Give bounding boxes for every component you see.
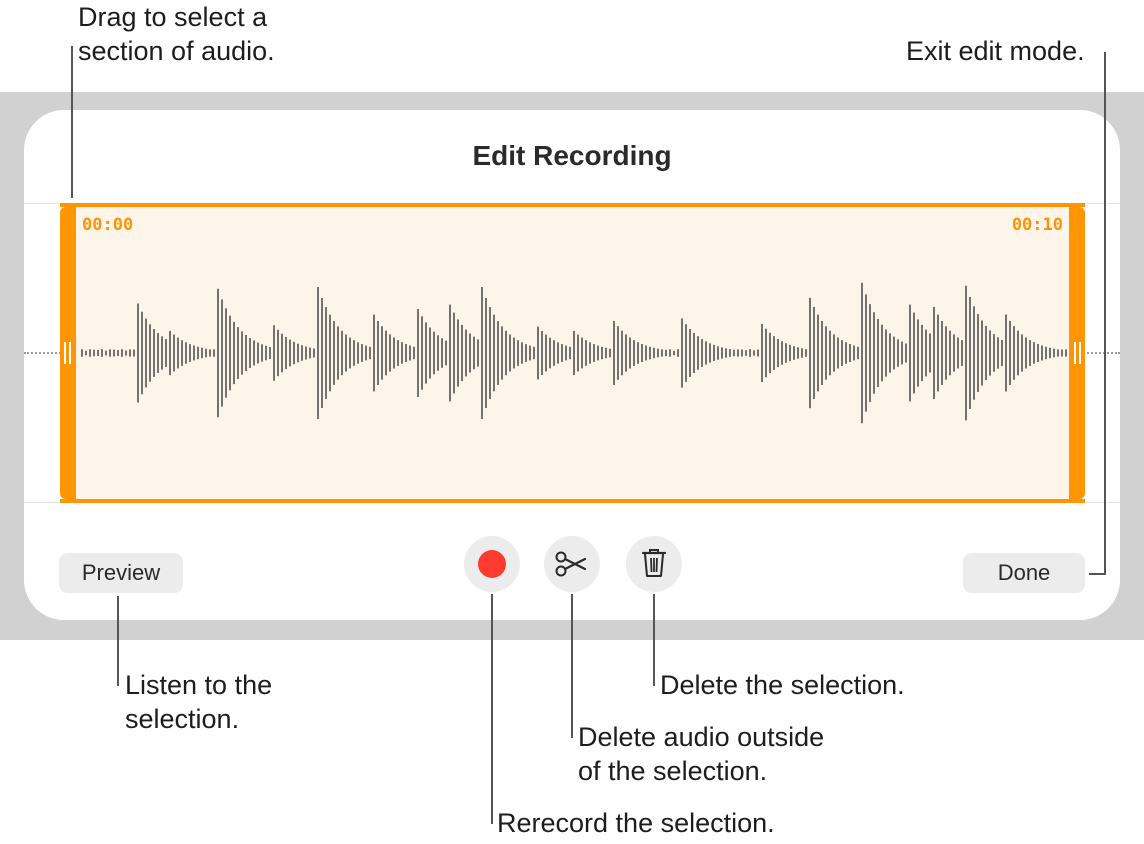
trash-icon [641, 549, 667, 577]
callout-delete-selection: Delete the selection. [660, 670, 905, 700]
callout-listen-line2: selection. [125, 704, 240, 734]
delete-button[interactable] [626, 536, 682, 592]
callout-listen-line1: Listen to the [125, 670, 273, 700]
rerecord-button[interactable] [464, 536, 520, 592]
selection-end-handle[interactable] [1069, 207, 1085, 499]
done-button[interactable]: Done [963, 553, 1085, 593]
selection-region[interactable]: 00:00 00:10 [60, 203, 1085, 503]
leader-exit [1104, 52, 1106, 574]
leader-trim [571, 594, 573, 738]
scissors-icon [555, 551, 587, 577]
selection-start-handle[interactable] [60, 207, 76, 499]
edit-recording-dialog: Edit Recording 00:00 00:10 Preview Done [24, 110, 1120, 620]
leader-delete [653, 594, 655, 686]
callout-drag-line2: section of audio. [78, 36, 275, 66]
callout-exit: Exit edit mode. [906, 36, 1085, 66]
callout-trim-line1: Delete audio outside [578, 722, 825, 752]
trim-button[interactable] [544, 536, 600, 592]
record-icon [478, 550, 506, 578]
grip-icon [64, 342, 71, 364]
callout-drag-line1: Drag to select a [78, 2, 268, 32]
dialog-title: Edit Recording [472, 140, 672, 171]
preview-button[interactable]: Preview [59, 553, 183, 593]
leader-rerecord [491, 594, 493, 824]
leader-listen [117, 596, 119, 686]
leader-drag [71, 46, 73, 198]
callout-trim-line2: of the selection. [578, 756, 768, 786]
callout-rerecord: Rerecord the selection. [497, 808, 775, 838]
leader-exit-tick [1089, 573, 1106, 575]
grip-icon [1074, 342, 1081, 364]
audio-waveform[interactable] [76, 207, 1069, 499]
